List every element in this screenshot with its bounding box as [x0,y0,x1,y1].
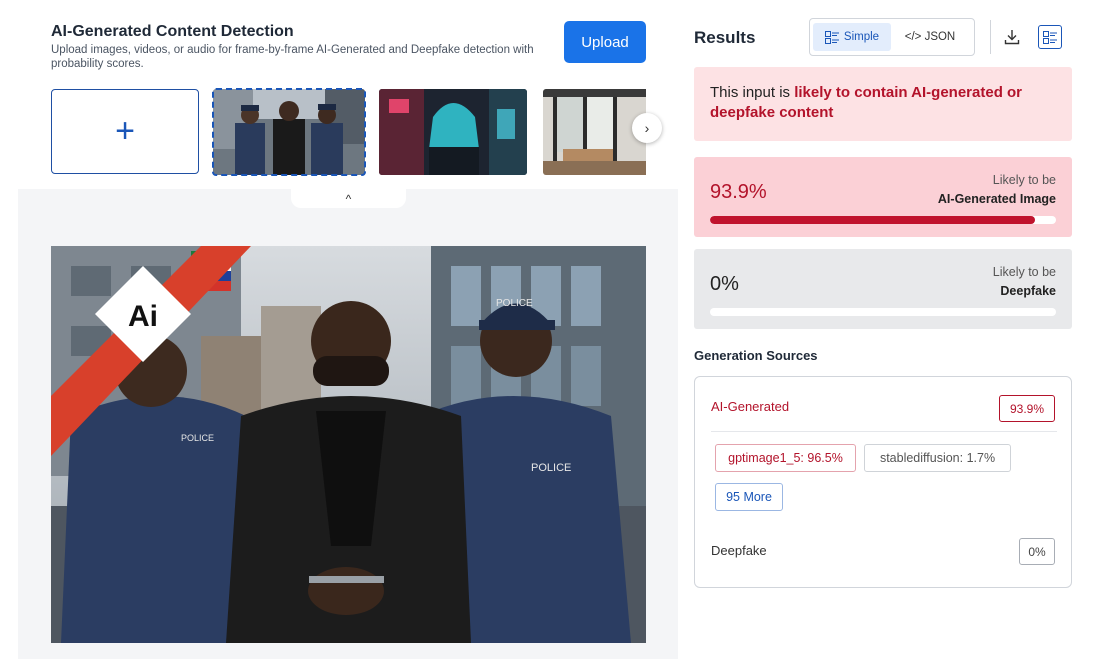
deepfake-score-percent: 0% [710,273,739,295]
generation-sources-title: Generation Sources [694,348,818,363]
ai-generated-label: AI-Generated [711,399,790,414]
preview-image: POLICE POLICE POLICE Ai [51,246,646,643]
layout-view-button[interactable] [1038,25,1062,49]
ai-generated-badge: 93.9% [999,395,1055,422]
toggle-json-label: </> JSON [904,31,956,43]
thumbnail-strip: + [51,88,646,176]
thumbnail-cyberpunk-woman[interactable] [379,89,527,175]
more-sources-button[interactable]: 95 More [715,483,783,511]
deepfake-score-label-top: Likely to be [992,265,1056,279]
toggle-json[interactable]: </> JSON [891,23,969,51]
deepfake-score-label-bottom: Deepfake [1000,284,1056,298]
results-panel: Results Simple </> JSON This input is li… [678,0,1100,659]
deepfake-badge: 0% [1019,538,1055,565]
view-mode-toggle: Simple </> JSON [809,18,975,56]
verdict-banner: This input is likely to contain AI-gener… [694,67,1072,141]
verdict-prefix: This input is [710,84,795,101]
page-title: AI-Generated Content Detection [51,23,294,40]
ai-generated-score-card: 93.9% Likely to be AI-Generated Image [694,157,1072,237]
police-label-cap: POLICE [496,298,533,309]
toolbar-divider [990,20,991,54]
ai-score-label-top: Likely to be [992,173,1056,187]
ai-watermark-text: Ai [128,300,158,333]
thumbnail-interior[interactable] [543,89,646,175]
toggle-simple-label: Simple [843,31,880,43]
left-panel: AI-Generated Content Detection Upload im… [0,0,678,659]
thumbnail-police-arrest[interactable] [212,88,366,176]
download-button[interactable] [1002,26,1022,48]
deepfake-label: Deepfake [711,543,767,558]
upload-button[interactable]: Upload [564,21,646,63]
deepfake-score-bar [710,308,1056,316]
source-chip[interactable]: stablediffusion: 1.7% [864,444,1011,472]
sources-divider [711,431,1057,432]
results-title: Results [694,28,756,47]
collapse-gallery-button[interactable]: ^ [291,189,406,208]
deepfake-score-label: Likely to be Deepfake [993,263,1056,301]
generation-sources-card: AI-Generated 93.9% gptimage1_5: 96.5% st… [694,376,1072,588]
ai-score-bar-fill [710,216,1035,224]
ai-score-percent: 93.9% [710,181,767,203]
deepfake-score-card: 0% Likely to be Deepfake [694,249,1072,329]
source-chip[interactable]: gptimage1_5: 96.5% [715,444,856,472]
thumbnails-next-button[interactable]: › [632,113,662,143]
toggle-simple[interactable]: Simple [813,23,891,51]
ai-score-bar [710,216,1056,224]
chevron-up-icon: ^ [345,191,352,206]
police-label-left: POLICE [181,433,214,443]
details-icon [1043,30,1057,44]
ai-score-label: Likely to be AI-Generated Image [938,171,1056,209]
chevron-right-icon: › [644,120,650,136]
police-label-right: POLICE [531,462,571,474]
add-media-button[interactable]: + [51,89,199,174]
ai-score-label-bottom: AI-Generated Image [937,192,1056,206]
plus-icon: + [115,112,135,150]
page-description: Upload images, videos, or audio for fram… [51,44,534,70]
list-icon [824,30,839,44]
download-icon [1004,30,1020,45]
